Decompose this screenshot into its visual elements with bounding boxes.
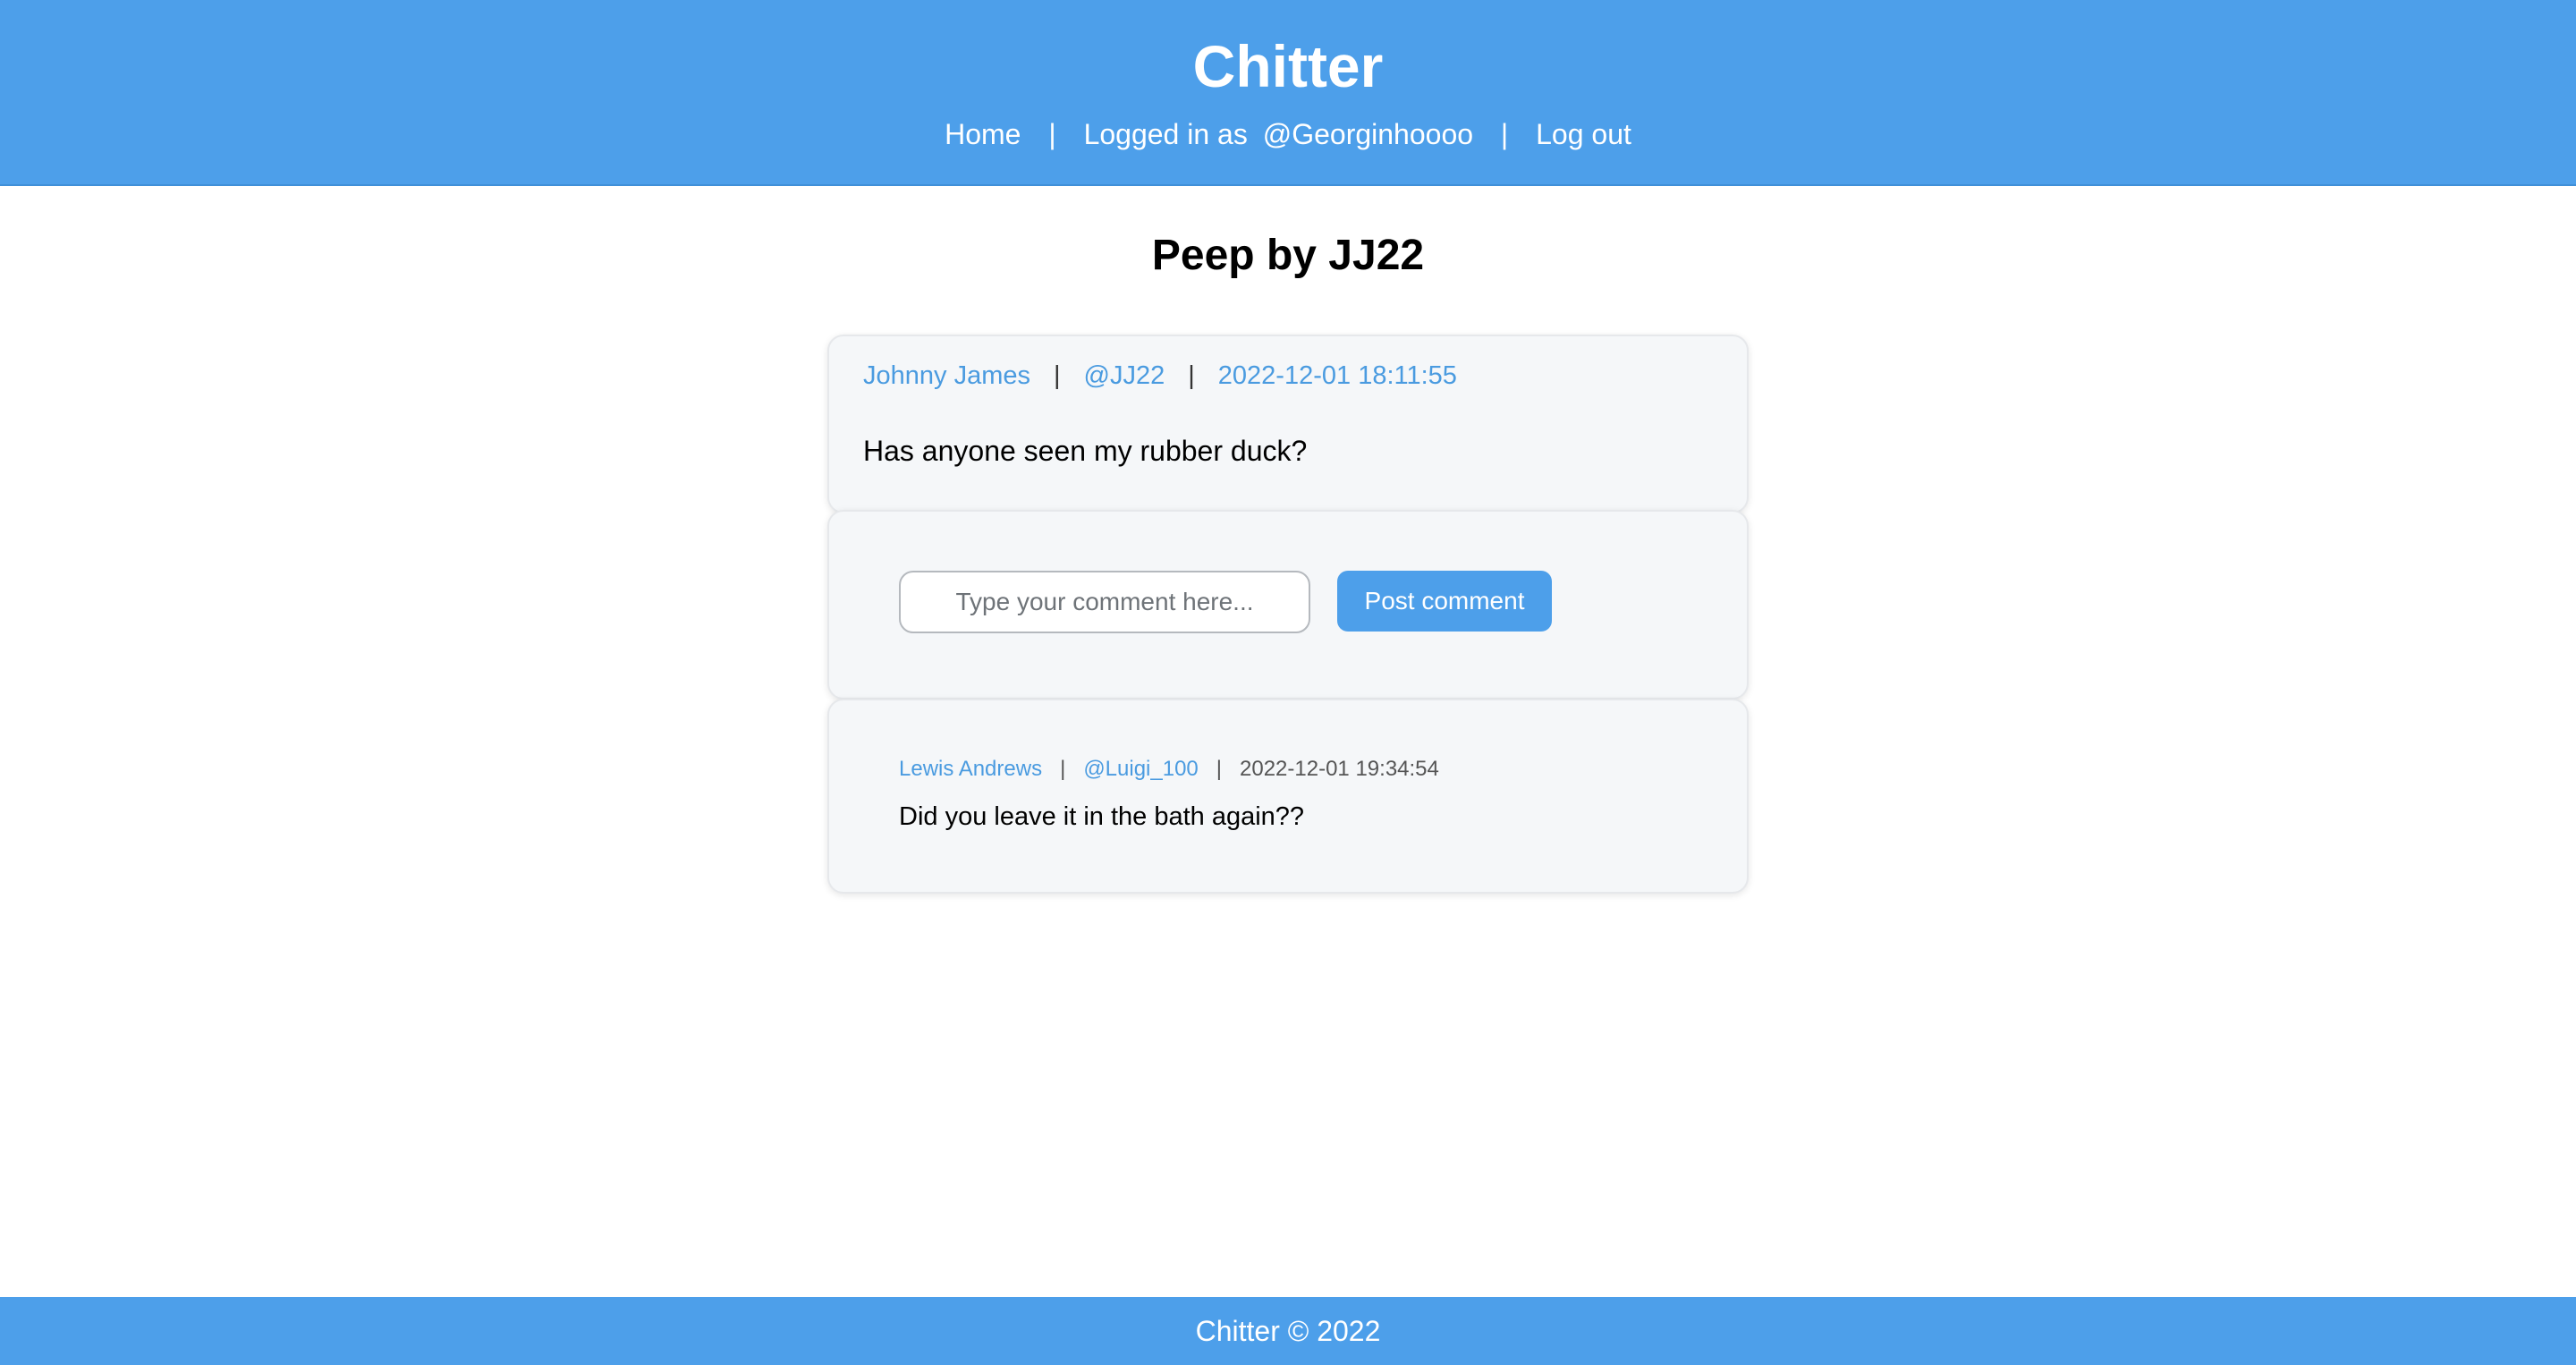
peep-body: Has anyone seen my rubber duck? xyxy=(863,435,1308,467)
nav-logout-link[interactable]: Log out xyxy=(1536,114,1631,154)
page-title: Peep by JJ22 xyxy=(1151,232,1425,279)
main-nav: Home | Logged in as @Georginhoooo | Log … xyxy=(0,114,2576,154)
comment-handle[interactable]: @Luigi_100 xyxy=(1083,757,1198,781)
nav-separator: | xyxy=(1500,118,1509,150)
comment-form-card: Post comment xyxy=(827,510,1749,699)
brand-title[interactable]: Chitter xyxy=(0,30,2576,102)
logged-in-label: Logged in as xyxy=(1083,118,1248,150)
nav-separator: | xyxy=(1048,118,1056,150)
post-comment-button[interactable]: Post comment xyxy=(1337,571,1552,632)
peep-author[interactable]: Johnny James xyxy=(863,361,1030,390)
comment-card: Lewis Andrews | @Luigi_100 | 2022-12-01 19:3… xyxy=(827,699,1749,894)
comment-body: Did you leave it in the bath again?? xyxy=(899,802,1305,831)
nav-username: @Georginhoooo xyxy=(1262,118,1474,150)
meta-separator: | xyxy=(1060,757,1066,781)
comment-author[interactable]: Lewis Andrews xyxy=(899,757,1042,781)
comment-input[interactable] xyxy=(899,571,1310,633)
site-header: Chitter Home | Logged in as @Georginhooo… xyxy=(0,0,2576,186)
comment-meta: Lewis Andrews | @Luigi_100 | 2022-12-01 19:3… xyxy=(899,754,1439,784)
page: Chitter Home | Logged in as @Georginhooo… xyxy=(0,0,2576,1365)
peep-meta: Johnny James | @JJ22 | 2022-12-01 18:11:55 xyxy=(863,358,1457,394)
peep-card: Johnny James | @JJ22 | 2022-12-01 18:11:55 H… xyxy=(827,335,1749,513)
comment-timestamp: 2022-12-01 19:34:54 xyxy=(1240,757,1439,781)
peep-timestamp: 2022-12-01 18:11:55 xyxy=(1217,361,1457,390)
peep-handle[interactable]: @JJ22 xyxy=(1084,361,1165,390)
meta-separator: | xyxy=(1054,361,1061,390)
meta-separator: | xyxy=(1216,757,1223,781)
meta-separator: | xyxy=(1188,361,1195,390)
nav-home-link[interactable]: Home xyxy=(945,114,1021,154)
site-footer: Chitter © 2022 xyxy=(0,1297,2576,1365)
